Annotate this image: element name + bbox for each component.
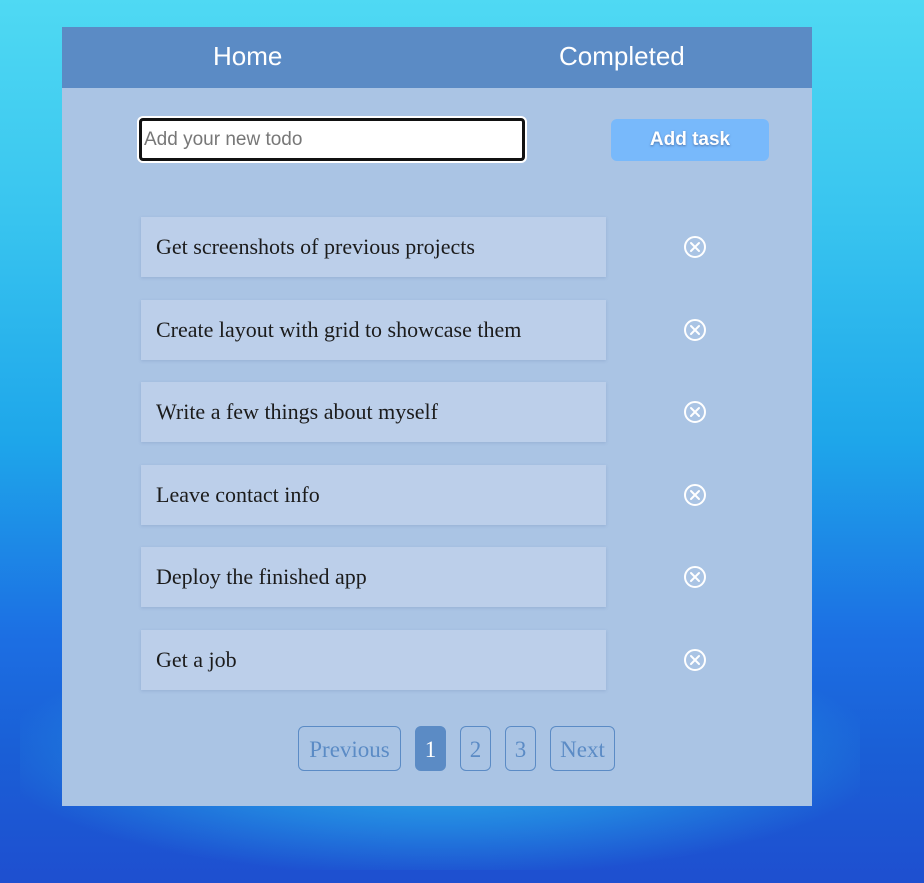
todo-app-card: Home Completed Add task Get screenshots … [62, 27, 812, 806]
page-3-button[interactable]: 3 [505, 726, 536, 771]
task-item[interactable]: Create layout with grid to showcase them [141, 299, 606, 360]
nav-completed-link[interactable]: Completed [559, 27, 685, 88]
task-row: Create layout with grid to showcase them [141, 299, 761, 360]
circle-x-icon[interactable] [683, 648, 707, 672]
task-row: Get a job [141, 629, 761, 690]
circle-x-icon[interactable] [683, 400, 707, 424]
add-task-button[interactable]: Add task [611, 119, 769, 161]
circle-x-icon[interactable] [683, 565, 707, 589]
task-item[interactable]: Deploy the finished app [141, 547, 606, 608]
circle-x-icon[interactable] [683, 318, 707, 342]
nav-home-link[interactable]: Home [213, 27, 282, 88]
task-row: Get screenshots of previous projects [141, 217, 761, 277]
previous-page-button[interactable]: Previous [298, 726, 401, 771]
task-list: Get screenshots of previous projects Cre… [141, 217, 761, 713]
circle-x-icon[interactable] [683, 235, 707, 259]
task-row: Deploy the finished app [141, 547, 761, 608]
page-2-button[interactable]: 2 [460, 726, 491, 771]
new-todo-input[interactable] [139, 118, 525, 161]
task-row: Write a few things about myself [141, 382, 761, 443]
circle-x-icon[interactable] [683, 483, 707, 507]
next-page-button[interactable]: Next [550, 726, 615, 771]
task-item[interactable]: Get a job [141, 629, 606, 690]
task-row: Leave contact info [141, 464, 761, 525]
page-1-button[interactable]: 1 [415, 726, 446, 771]
top-nav: Home Completed [62, 27, 812, 88]
task-item[interactable]: Write a few things about myself [141, 382, 606, 443]
task-item[interactable]: Leave contact info [141, 464, 606, 525]
task-item[interactable]: Get screenshots of previous projects [141, 217, 606, 277]
